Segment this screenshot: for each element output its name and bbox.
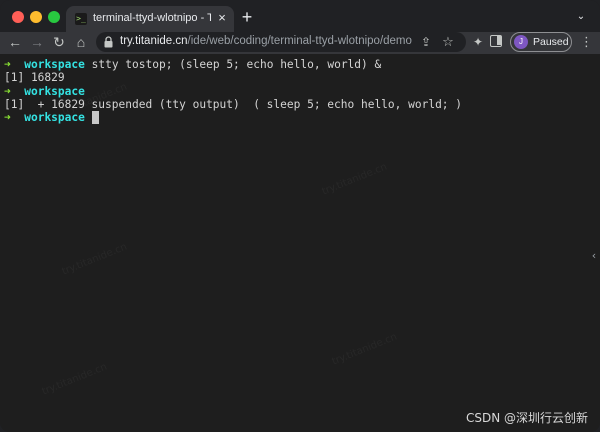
- background-watermark: try.titanide.cn: [320, 161, 388, 197]
- url-text: try.titanide.cn/ide/web/coding/terminal-…: [120, 35, 412, 47]
- profile-status-label: Paused: [533, 36, 569, 48]
- tab-title: terminal-ttyd-wlotnipo - Titanl: [93, 12, 211, 24]
- terminal-cursor: [91, 111, 99, 124]
- side-panel-icon[interactable]: [490, 35, 502, 47]
- prompt-directory: workspace: [24, 85, 85, 98]
- prompt-arrow: ➜: [4, 58, 11, 71]
- browser-menu-icon[interactable]: ⋮: [580, 34, 593, 50]
- browser-toolbar: ← → ↻ ⌂ try.titanide.cn/ide/web/coding/t…: [0, 32, 600, 54]
- new-tab-button[interactable]: +: [238, 8, 256, 26]
- prompt-arrow: ➜: [4, 111, 11, 124]
- tab-terminal[interactable]: >_ terminal-ttyd-wlotnipo - Titanl ×: [66, 6, 234, 32]
- forward-button[interactable]: →: [28, 32, 46, 52]
- window-minimize-button[interactable]: [30, 11, 42, 23]
- background-watermark: try.titanide.cn: [40, 361, 108, 397]
- window-maximize-button[interactable]: [48, 11, 60, 23]
- tab-close-icon[interactable]: ×: [215, 11, 229, 25]
- tab-search-icon[interactable]: ⌄: [574, 10, 588, 24]
- browser-window: >_ terminal-ttyd-wlotnipo - Titanl × + ⌄…: [0, 0, 600, 432]
- share-icon[interactable]: ⇪: [418, 34, 434, 50]
- prompt-directory: workspace: [24, 58, 85, 71]
- background-watermark: try.titanide.cn: [330, 331, 398, 367]
- url-host: try.titanide.cn: [120, 35, 188, 47]
- tab-strip: >_ terminal-ttyd-wlotnipo - Titanl × + ⌄: [0, 0, 600, 32]
- terminal-line-active-prompt: ➜ workspace: [4, 111, 99, 124]
- url-path: /ide/web/coding/terminal-ttyd-wlotnipo/d…: [187, 35, 412, 47]
- terminal-viewport[interactable]: ➜ workspace stty tostop; (sleep 5; echo …: [0, 54, 600, 432]
- prompt-arrow: ➜: [4, 85, 11, 98]
- terminal-favicon-icon: >_: [75, 13, 87, 25]
- csdn-watermark: CSDN @深圳行云创新: [465, 411, 588, 425]
- address-bar[interactable]: try.titanide.cn/ide/web/coding/terminal-…: [96, 32, 466, 52]
- profile-button[interactable]: J Paused: [510, 32, 572, 52]
- window-close-button[interactable]: [12, 11, 24, 23]
- terminal-line-command: ➜ workspace stty tostop; (sleep 5; echo …: [4, 58, 381, 71]
- lock-icon: [104, 36, 113, 48]
- command-text: stty tostop; (sleep 5; echo hello, world…: [91, 58, 382, 71]
- back-button[interactable]: ←: [6, 32, 24, 52]
- avatar: J: [514, 35, 528, 49]
- terminal-line-output-job: [1] 16829: [4, 71, 65, 84]
- home-button[interactable]: ⌂: [72, 32, 90, 52]
- side-panel-chevron-icon[interactable]: ‹: [590, 249, 598, 263]
- extensions-puzzle-icon[interactable]: ✦: [470, 34, 486, 50]
- bookmark-star-icon[interactable]: ☆: [440, 34, 456, 50]
- background-watermark: try.titanide.cn: [60, 241, 128, 277]
- terminal-line-prompt: ➜ workspace: [4, 85, 85, 98]
- reload-button[interactable]: ↻: [50, 32, 68, 52]
